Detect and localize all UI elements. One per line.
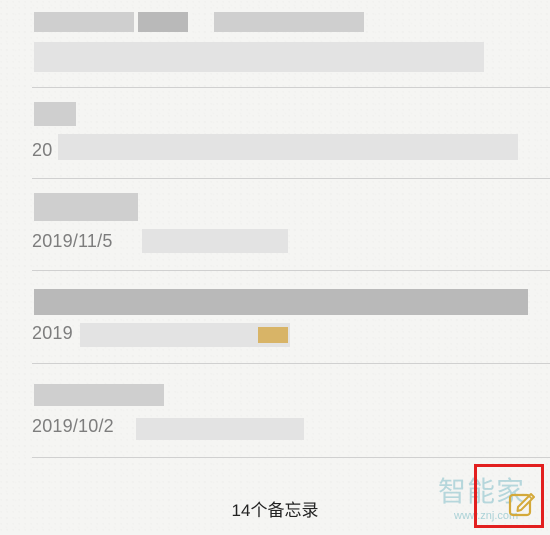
row-divider: [32, 457, 550, 458]
note-preview-redacted: [258, 327, 288, 343]
note-row[interactable]: 2019/11/5: [0, 179, 550, 271]
compose-note-icon[interactable]: [507, 489, 537, 519]
note-row[interactable]: [0, 0, 550, 88]
note-date: 2019: [32, 323, 73, 343]
compose-highlight: [474, 464, 544, 528]
note-title-redacted: [34, 193, 138, 221]
note-title-redacted: [34, 384, 164, 406]
note-preview-redacted: [142, 229, 288, 253]
note-title-redacted: [34, 12, 134, 32]
note-row[interactable]: 2019: [0, 271, 550, 364]
note-date: 20: [32, 140, 53, 160]
note-row[interactable]: 20: [0, 88, 550, 179]
note-title-redacted: [214, 12, 364, 32]
note-row[interactable]: 2019/10/2: [0, 364, 550, 458]
note-date: 2019/11/5: [32, 231, 113, 251]
note-date: 2019/10/2: [32, 416, 114, 436]
note-preview-redacted: [136, 418, 304, 440]
note-title-redacted: [34, 102, 76, 126]
note-preview-redacted: [58, 134, 518, 160]
notes-toolbar: 14个备忘录 智能家 www.znj.com: [0, 464, 550, 535]
note-preview-redacted: [34, 42, 484, 72]
note-title-redacted: [34, 289, 528, 315]
note-title-redacted: [138, 12, 188, 32]
